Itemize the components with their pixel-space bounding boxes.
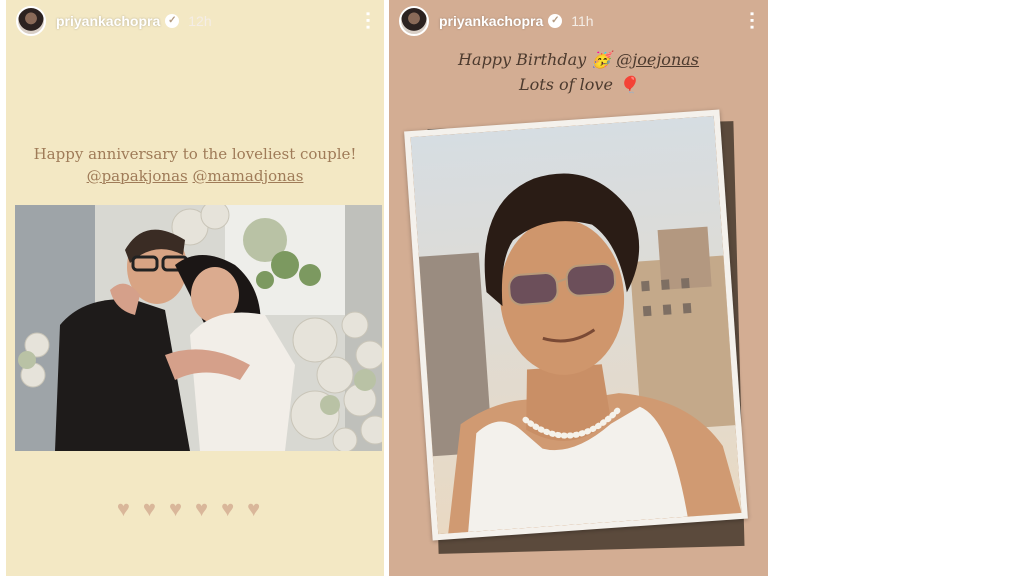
couple-photo-illustration bbox=[15, 205, 382, 451]
mention-link[interactable]: @mamadjonas bbox=[193, 167, 304, 185]
balloon-emoji-icon: 🎈 bbox=[618, 75, 638, 94]
story-panel-left[interactable]: priyankachopra ✓ 12h ··· Happy anniversa… bbox=[6, 0, 384, 576]
more-options-icon[interactable]: ··· bbox=[740, 11, 762, 31]
story-header: priyankachopra ✓ 12h ··· bbox=[16, 6, 378, 36]
story-timestamp: 11h bbox=[571, 13, 594, 29]
story-timestamp: 12h bbox=[188, 13, 212, 29]
caption-mentions: @papakjonas @mamadjonas bbox=[6, 165, 384, 187]
more-options-icon[interactable]: ··· bbox=[356, 11, 378, 31]
caption-text: Lots of love bbox=[519, 75, 613, 94]
mention-link[interactable]: @papakjonas bbox=[87, 167, 188, 185]
story-caption: Happy Birthday 🥳 @joejonas Lots of love … bbox=[389, 47, 768, 97]
verified-badge-icon: ✓ bbox=[548, 14, 563, 28]
username[interactable]: priyankachopra bbox=[439, 13, 543, 29]
caption-text: Happy Birthday bbox=[457, 50, 587, 69]
portrait-photo bbox=[410, 115, 742, 535]
heart-decoration-icon: ♥♥♥♥♥♥ bbox=[116, 496, 274, 521]
party-face-emoji-icon: 🥳 bbox=[591, 50, 612, 69]
caption-line: Lots of love 🎈 bbox=[389, 72, 768, 97]
mention-link[interactable]: @joejonas bbox=[616, 50, 699, 69]
story-caption: Happy anniversary to the loveliest coupl… bbox=[6, 143, 384, 187]
avatar[interactable] bbox=[16, 6, 46, 36]
username[interactable]: priyankachopra bbox=[56, 13, 160, 29]
caption-line: Happy anniversary to the loveliest coupl… bbox=[33, 145, 357, 163]
polaroid-frame bbox=[404, 109, 748, 541]
caption-line: Happy Birthday 🥳 @joejonas bbox=[389, 47, 768, 72]
story-header: priyankachopra ✓ 11h ··· bbox=[399, 6, 762, 36]
verified-badge-icon: ✓ bbox=[165, 14, 180, 28]
couple-photo bbox=[15, 205, 382, 451]
portrait-photo-illustration bbox=[410, 115, 742, 535]
avatar[interactable] bbox=[399, 6, 429, 36]
